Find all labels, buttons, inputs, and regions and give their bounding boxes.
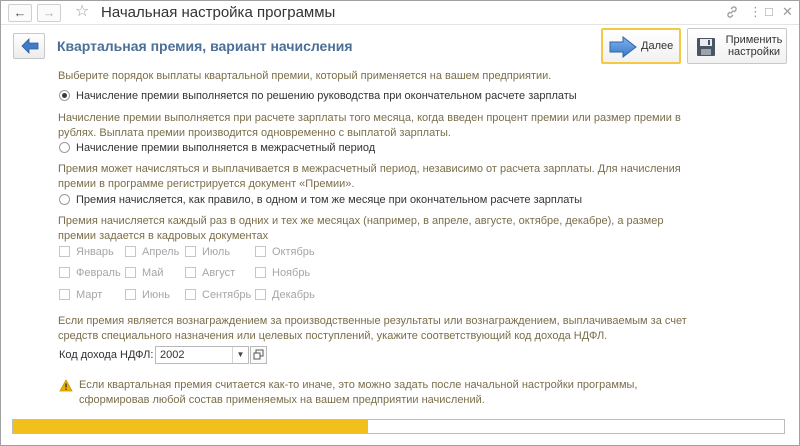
warning-line: Если квартальная премия считается как-то… (79, 379, 638, 391)
checkbox[interactable] (255, 267, 266, 278)
option-description: Начисление премии выполняется при расчет… (58, 111, 681, 141)
option-label: Премия начисляется, как правило, в одном… (76, 194, 583, 206)
nav-back-button[interactable]: ← (8, 4, 32, 22)
warning-text: Если квартальная премия считается как-то… (79, 378, 637, 408)
month-label: Октябрь (272, 246, 315, 258)
month-label: Март (76, 289, 103, 301)
month-label: Февраль (76, 267, 121, 279)
description-line: премии в программе регистрируется докуме… (58, 178, 355, 190)
description-line: Начисление премии выполняется при расчет… (58, 112, 681, 124)
description-line: Премия может начисляться и выплачивается… (58, 163, 681, 175)
page-title: Квартальная премия, вариант начисления (57, 38, 353, 54)
note-line: средств специального назначения или целе… (58, 330, 608, 342)
option-label: Начисление премии выполняется по решению… (76, 90, 577, 102)
nav-forward-button[interactable]: → (37, 4, 61, 22)
checkbox[interactable] (59, 246, 70, 257)
radio-button[interactable] (59, 142, 70, 153)
option-description: Премия начисляется каждый раз в одних и … (58, 214, 663, 244)
dropdown-arrow-icon[interactable]: ▼ (232, 347, 248, 363)
month-label: Май (142, 267, 164, 279)
favorite-star-icon[interactable]: ☆ (75, 3, 89, 21)
checkbox[interactable] (125, 267, 136, 278)
open-item-button[interactable] (250, 346, 267, 364)
description-line: рублях. Выплата премии производится одно… (58, 127, 451, 139)
description-line: Премия начисляется каждый раз в одних и … (58, 215, 664, 227)
setup-progress-bar (12, 419, 785, 434)
apply-settings-label: Применить настройки (725, 34, 783, 58)
month-label: Июнь (142, 289, 170, 301)
checkbox[interactable] (59, 289, 70, 300)
checkbox[interactable] (185, 289, 196, 300)
radio-button-checked[interactable] (59, 90, 70, 101)
warning-line: сформировав любой состав применяемых на … (79, 394, 485, 406)
checkbox[interactable] (59, 267, 70, 278)
ndfl-code-value: 2002 (160, 349, 185, 361)
arrow-left-blue-icon (21, 38, 39, 54)
checkbox[interactable] (185, 246, 196, 257)
link-icon[interactable] (725, 5, 739, 22)
next-button-label: Далее (641, 40, 674, 52)
checkbox[interactable] (185, 267, 196, 278)
checkbox[interactable] (125, 246, 136, 257)
month-label: Июль (202, 246, 231, 258)
floppy-disk-icon (697, 38, 715, 56)
option-label: Начисление премии выполняется в межрасче… (76, 142, 376, 154)
month-label: Январь (76, 246, 114, 258)
checkbox[interactable] (255, 289, 266, 300)
arrow-right-icon: → (42, 5, 56, 20)
radio-button[interactable] (59, 194, 70, 205)
link-icon-svg (727, 6, 737, 18)
setup-window: ← → ☆ Начальная настройка программы ⋮ □ … (0, 0, 800, 446)
ndfl-note: Если премия является вознаграждением за … (58, 314, 687, 344)
back-step-button[interactable] (13, 33, 45, 59)
arrow-right-blue-icon (609, 36, 637, 58)
option-description: Премия может начисляться и выплачивается… (58, 162, 681, 192)
month-label: Апрель (142, 246, 180, 258)
title-bar: ← → ☆ Начальная настройка программы ⋮ □ … (1, 1, 799, 25)
next-button[interactable]: Далее (601, 28, 681, 64)
maximize-icon[interactable]: □ (765, 5, 773, 19)
ndfl-code-input[interactable]: 2002 ▼ (155, 346, 249, 364)
open-window-icon (253, 349, 264, 360)
intro-text: Выберите порядок выплаты квартальной пре… (58, 70, 552, 82)
note-line: Если премия является вознаграждением за … (58, 315, 687, 327)
window-title: Начальная настройка программы (101, 4, 336, 21)
arrow-left-icon: ← (13, 5, 27, 20)
progress-fill (13, 420, 368, 433)
checkbox[interactable] (255, 246, 266, 257)
month-label: Сентябрь (202, 289, 252, 301)
checkbox[interactable] (125, 289, 136, 300)
ndfl-code-label: Код дохода НДФЛ: (59, 349, 154, 361)
month-label: Ноябрь (272, 267, 311, 279)
apply-settings-button[interactable]: Применить настройки (687, 28, 787, 64)
close-icon[interactable]: ✕ (782, 5, 793, 19)
description-line: премии задается в кадровых документах (58, 230, 269, 242)
month-label: Декабрь (272, 289, 315, 301)
month-label: Август (202, 267, 236, 279)
warning-icon (59, 379, 73, 392)
more-menu-icon[interactable]: ⋮ (749, 5, 762, 19)
